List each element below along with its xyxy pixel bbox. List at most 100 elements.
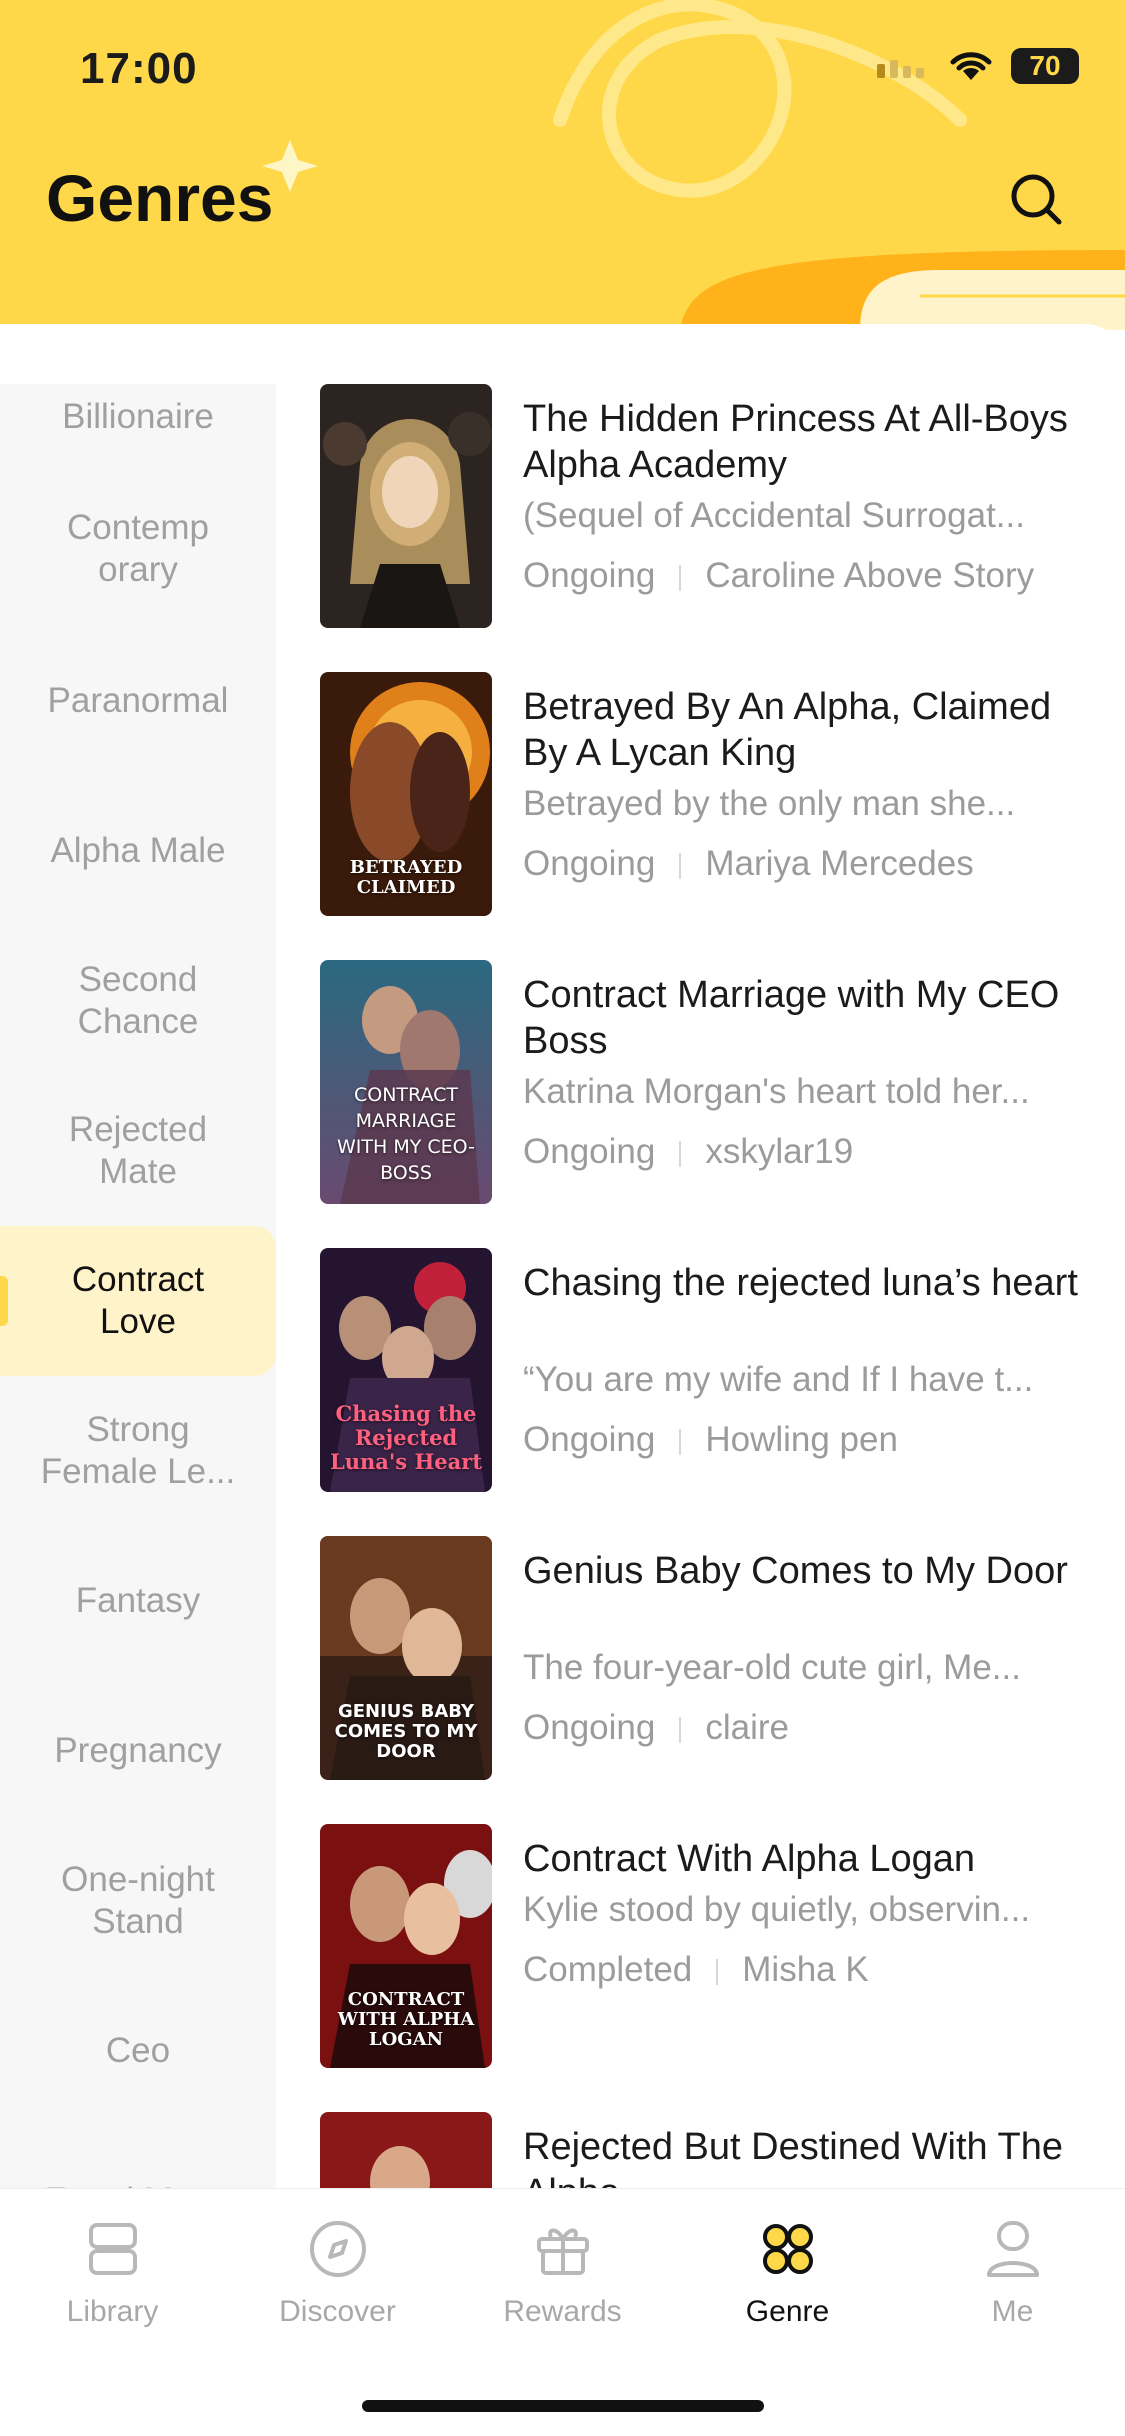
book-status: Ongoing [523, 1708, 656, 1747]
sidebar-item-label: Ceo [105, 2031, 171, 2070]
book-title: Contract Marriage with My CEO Boss [523, 974, 1060, 1062]
signal-icon [877, 60, 924, 78]
tab-genre[interactable]: Genre [675, 2217, 900, 2337]
sidebar-item-label: Paranormal [47, 681, 229, 720]
book-item[interactable]: Rejected But Destined With The Alpha [320, 2112, 1100, 2188]
sidebar-item-fantasy[interactable]: Fantasy [0, 1526, 276, 1676]
library-icon [88, 2223, 137, 2275]
book-status: Ongoing [523, 1132, 656, 1171]
profile-icon [986, 2221, 1039, 2277]
book-author: Howling pen [705, 1420, 898, 1459]
book-title: Chasing the rejected luna’s heart [523, 1262, 1078, 1304]
book-title: Betrayed By An Alpha, Claimed By A Lycan… [523, 686, 1052, 774]
tab-label: Library [66, 2295, 159, 2328]
book-title: Rejected But Destined With The Alpha [523, 2126, 1064, 2188]
tab-label: Discover [279, 2295, 396, 2328]
sidebar-item-label: Contemporary [66, 508, 210, 589]
tab-discover[interactable]: Discover [225, 2217, 450, 2337]
tab-label: Me [991, 2295, 1034, 2328]
sidebar-item-second-chance[interactable]: Second Chance [0, 926, 276, 1076]
search-icon[interactable] [1007, 170, 1067, 230]
sidebar-item-strong-female-lead[interactable]: Strong Female Le... [0, 1376, 276, 1526]
cover-title: CONTRACT MARRIAGE WITH MY CEO-BOSS [337, 1084, 475, 1184]
book-description: (Sequel of Accidental Surrogat... [523, 496, 1025, 535]
sidebar-item-fated-mate[interactable]: Fated Mat... [0, 2126, 276, 2188]
book-author: claire [705, 1708, 789, 1747]
sidebar-item-contemporary[interactable]: Contemporary [0, 474, 276, 624]
meta-divider [679, 1140, 682, 1167]
sidebar-item-label: Alpha Male [50, 831, 226, 870]
book-cover[interactable]: BETRAYED CLAIMED [320, 672, 492, 916]
header: 17:00 70 Genres [0, 0, 1125, 330]
tab-label: Genre [745, 2295, 830, 2328]
book-meta: Ongoing Caroline Above Story [523, 556, 1083, 596]
book-meta: Ongoing Howling pen [523, 1420, 1083, 1460]
book-meta: Completed Misha K [523, 1950, 1083, 1990]
meta-divider [679, 1716, 682, 1743]
compass-icon [309, 2221, 366, 2277]
sidebar-item-ceo[interactable]: Ceo [0, 1976, 276, 2126]
sidebar-item-label: Strong Female Le... [40, 1410, 236, 1491]
meta-divider [679, 564, 682, 591]
book-cover[interactable]: GENIUS BABY COMES TO MY DOOR [320, 1536, 492, 1780]
book-author: xskylar19 [705, 1132, 854, 1171]
sidebar-item-one-night-stand[interactable]: One-night Stand [0, 1826, 276, 1976]
genre-content: Billionaire Contemporary Paranormal Alph… [0, 324, 1125, 2188]
book-item[interactable]: CONTRACT MARRIAGE WITH MY CEO-BOSS Contr… [320, 960, 1100, 1210]
book-author: Caroline Above Story [705, 556, 1035, 595]
cover-image [320, 2112, 492, 2188]
sidebar-item-rejected-mate[interactable]: Rejected Mate [0, 1076, 276, 1226]
sidebar-item-pregnancy[interactable]: Pregnancy [0, 1676, 276, 1826]
sidebar-item-contract-love[interactable]: Contract Love [0, 1226, 276, 1376]
gift-icon [536, 2228, 589, 2275]
book-status: Completed [523, 1950, 693, 1989]
book-description: The four-year-old cute girl, Me... [523, 1648, 1021, 1687]
book-description: Kylie stood by quietly, observin... [523, 1890, 1031, 1929]
battery-indicator: 70 [1011, 48, 1079, 84]
sidebar-item-label: Fated Mat... [45, 2180, 232, 2188]
book-description: “You are my wife and If I have t... [523, 1360, 1034, 1399]
book-status: Ongoing [523, 1420, 656, 1459]
sidebar-item-label: One-night Stand [61, 1860, 215, 1941]
sidebar-item-label: Rejected Mate [68, 1110, 208, 1191]
tab-library[interactable]: Library [0, 2217, 225, 2337]
meta-divider [679, 1428, 682, 1455]
book-item[interactable]: GENIUS BABY COMES TO MY DOOR Genius Baby… [320, 1536, 1100, 1786]
book-meta: Ongoing Mariya Mercedes [523, 844, 1083, 884]
book-cover[interactable] [320, 384, 492, 628]
book-cover[interactable]: CONTRACT WITH ALPHA LOGAN [320, 1824, 492, 2068]
sidebar-item-alpha-male[interactable]: Alpha Male [0, 776, 276, 926]
book-title: The Hidden Princess At All-Boys Alpha Ac… [523, 398, 1068, 486]
status-time: 17:00 [80, 44, 198, 93]
book-description: Katrina Morgan's heart told her... [523, 1072, 1030, 1111]
book-item[interactable]: CONTRACT WITH ALPHA LOGAN Contract With … [320, 1824, 1100, 2074]
book-author: Mariya Mercedes [705, 844, 974, 883]
tab-me[interactable]: Me [900, 2217, 1125, 2337]
sidebar-item-paranormal[interactable]: Paranormal [0, 626, 276, 776]
book-meta: Ongoing claire [523, 1708, 1083, 1748]
status-icons: 70 [877, 48, 1079, 84]
bottom-tab-bar: Library Discover Rewards Genre Me [0, 2188, 1125, 2436]
genre-sidebar[interactable]: Billionaire Contemporary Paranormal Alph… [0, 384, 276, 2188]
sidebar-item-label: Billionaire [62, 397, 214, 436]
meta-divider [679, 852, 682, 879]
book-author: Misha K [742, 1950, 869, 1989]
book-title: Genius Baby Comes to My Door [523, 1550, 1068, 1592]
book-cover[interactable]: CONTRACT MARRIAGE WITH MY CEO-BOSS [320, 960, 492, 1204]
book-title: Contract With Alpha Logan [523, 1838, 976, 1880]
sidebar-item-label: Contract Love [71, 1260, 205, 1341]
book-item[interactable]: The Hidden Princess At All-Boys Alpha Ac… [320, 384, 1100, 634]
cover-title: CONTRACT WITH ALPHA LOGAN [337, 1989, 475, 2050]
sidebar-item-label: Pregnancy [54, 1731, 222, 1770]
tab-rewards[interactable]: Rewards [450, 2217, 675, 2337]
book-item[interactable]: BETRAYED CLAIMED Betrayed By An Alpha, C… [320, 672, 1100, 922]
tab-label: Rewards [503, 2295, 622, 2328]
book-cover[interactable]: Chasing the Rejected Luna's Heart [320, 1248, 492, 1492]
genre-icon [762, 2224, 813, 2274]
book-status: Ongoing [523, 844, 656, 883]
page-title: Genres [46, 161, 274, 235]
book-cover[interactable] [320, 2112, 492, 2188]
sidebar-item-label: Second Chance [77, 960, 199, 1041]
book-item[interactable]: Chasing the Rejected Luna's Heart Chasin… [320, 1248, 1100, 1498]
sidebar-item-label: Fantasy [75, 1581, 201, 1620]
